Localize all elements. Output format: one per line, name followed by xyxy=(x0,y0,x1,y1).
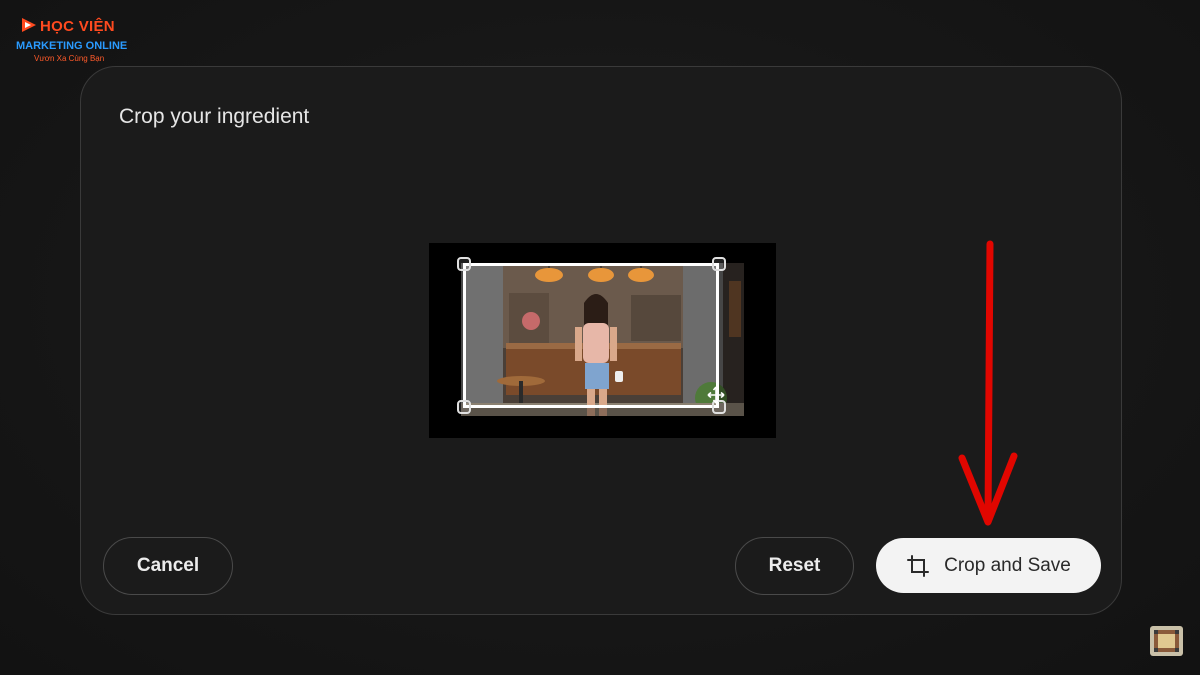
crop-handle-top-left[interactable] xyxy=(457,257,471,271)
crop-frame[interactable] xyxy=(463,263,719,408)
red-arrow-down-icon xyxy=(958,240,1018,526)
reset-button-label: Reset xyxy=(768,555,821,576)
crop-handle-top-right[interactable] xyxy=(712,257,726,271)
logo-title: HỌC VIỆN xyxy=(40,18,115,35)
logo-slogan: Vươn Xa Cùng Bạn xyxy=(34,54,105,63)
film-badge-icon xyxy=(1150,626,1183,656)
dialog-title: Crop your ingredient xyxy=(119,105,310,128)
crop-and-save-button[interactable]: Crop and Save xyxy=(876,538,1101,593)
logo: HỌC VIỆN MARKETING ONLINE Vươn Xa Cùng B… xyxy=(14,14,132,64)
cancel-button-label: Cancel xyxy=(136,555,200,576)
cancel-button[interactable]: Cancel xyxy=(103,537,233,595)
logo-subtitle: MARKETING ONLINE xyxy=(16,40,128,52)
crop-handle-bottom-left[interactable] xyxy=(457,400,471,414)
screen: HỌC VIỆN MARKETING ONLINE Vươn Xa Cùng B… xyxy=(0,0,1200,675)
crop-preview xyxy=(429,243,776,438)
crop-and-save-label: Crop and Save xyxy=(944,554,1071,576)
move-icon[interactable] xyxy=(707,386,725,404)
play-logo-icon xyxy=(22,18,36,32)
crop-icon xyxy=(907,554,930,577)
reset-button[interactable]: Reset xyxy=(735,537,854,595)
